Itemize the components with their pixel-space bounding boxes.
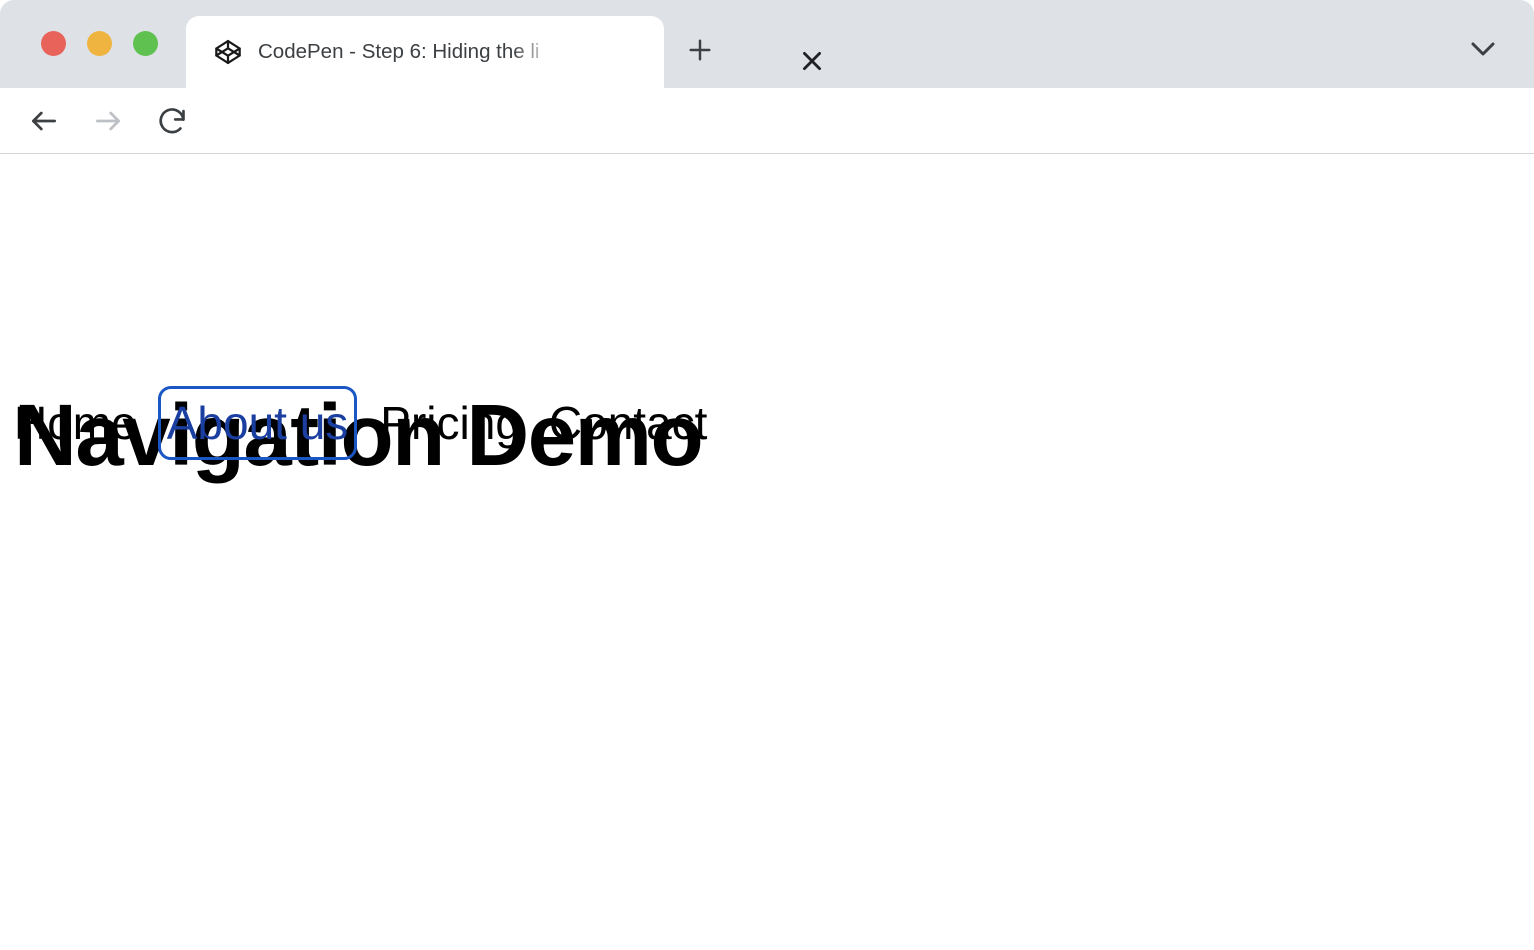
browser-tab-active[interactable]: CodePen - Step 6: Hiding the li: [186, 16, 664, 88]
primary-navigation: Home About us Pricing Contact: [14, 395, 735, 451]
chevron-down-icon[interactable]: [1468, 38, 1498, 60]
close-icon[interactable]: [799, 48, 825, 74]
browser-window: CodePen - Step 6: Hiding the li: [0, 0, 1534, 950]
reload-icon[interactable]: [156, 105, 188, 137]
tab-title: CodePen - Step 6: Hiding the li: [258, 36, 553, 68]
nav-link-contact[interactable]: Contact: [549, 395, 708, 451]
page-viewport: Navigation Demo Home About us Pricing Co…: [0, 155, 1534, 950]
nav-link-home[interactable]: Home: [14, 395, 137, 451]
back-arrow-icon[interactable]: [28, 105, 60, 137]
nav-link-about-us[interactable]: About us: [167, 395, 349, 451]
maximize-window-button[interactable]: [133, 31, 158, 56]
minimize-window-button[interactable]: [87, 31, 112, 56]
window-controls: [41, 31, 158, 56]
tab-strip: CodePen - Step 6: Hiding the li: [0, 0, 1534, 88]
forward-arrow-icon: [92, 105, 124, 137]
plus-icon[interactable]: [686, 36, 714, 64]
nav-link-pricing[interactable]: Pricing: [380, 395, 521, 451]
browser-toolbar: cdpn.io/pen/debug/dymzOzM: [0, 88, 1534, 154]
close-window-button[interactable]: [41, 31, 66, 56]
codepen-icon: [214, 38, 242, 66]
